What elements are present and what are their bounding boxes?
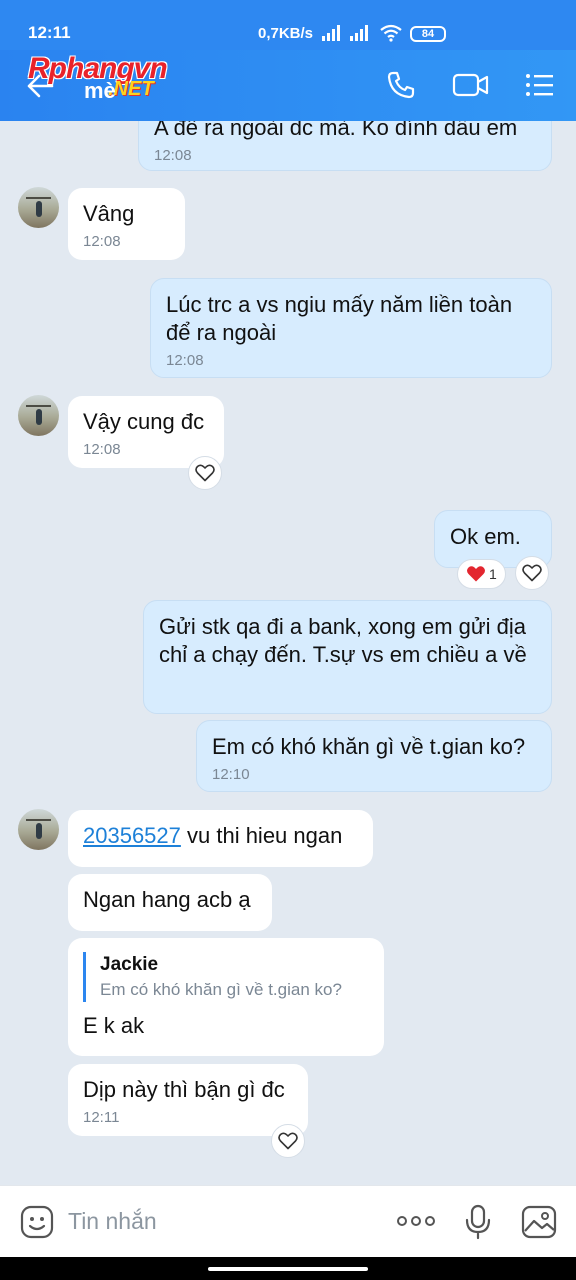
- message-text: Ngan hang acb ạ: [83, 887, 251, 912]
- heart-outline-icon: [278, 1132, 298, 1150]
- message-text: vu thi hieu ngan: [180, 823, 343, 848]
- phone-icon[interactable]: [386, 70, 416, 100]
- signal-icon: [322, 25, 344, 41]
- back-arrow-icon[interactable]: [26, 72, 54, 100]
- heart-react-button[interactable]: [188, 456, 222, 490]
- status-time: 12:11: [28, 23, 71, 42]
- more-options-icon[interactable]: [396, 1215, 436, 1227]
- contact-name[interactable]: mè: [84, 78, 116, 104]
- message-time: 12:11: [83, 1109, 120, 1126]
- message-time: 12:08: [83, 441, 121, 458]
- avatar[interactable]: [18, 187, 59, 228]
- message-text: Dịp này thì bận gì đc: [83, 1077, 285, 1102]
- message-outgoing[interactable]: Em có khó khăn gì về t.gian ko? 12:10: [196, 720, 552, 792]
- heart-react-button[interactable]: [515, 556, 549, 590]
- home-indicator[interactable]: [208, 1267, 368, 1271]
- message-text: Em có khó khăn gì về t.gian ko?: [212, 734, 526, 759]
- message-time: 12:10: [212, 766, 250, 783]
- menu-icon[interactable]: [525, 70, 555, 100]
- quoted-text: Em có khó khăn gì về t.gian ko?: [100, 980, 342, 999]
- message-text: Lúc trc a vs ngiu mấy năm liền toàn để r…: [166, 292, 513, 345]
- message-outgoing[interactable]: A để ra ngoài dc mà. Ko dính dầu em 12:0…: [138, 121, 552, 171]
- quoted-sender: Jackie: [100, 954, 159, 975]
- message-incoming-reply[interactable]: Jackie Em có khó khăn gì về t.gian ko? E…: [68, 938, 384, 1056]
- heart-outline-icon: [522, 564, 542, 582]
- message-incoming[interactable]: 20356527 vu thi hieu ngan: [68, 810, 373, 867]
- message-outgoing[interactable]: Lúc trc a vs ngiu mấy năm liền toàn để r…: [150, 278, 552, 378]
- heart-outline-icon: [195, 464, 215, 482]
- message-text: E k ak: [83, 1013, 145, 1038]
- battery-icon: 84: [410, 26, 446, 42]
- message-input[interactable]: Tin nhắn: [68, 1208, 157, 1235]
- message-incoming[interactable]: Ngan hang acb ạ: [68, 874, 272, 931]
- microphone-icon[interactable]: [464, 1204, 492, 1240]
- avatar[interactable]: [18, 809, 59, 850]
- reaction-badge[interactable]: 1: [457, 559, 506, 589]
- heart-filled-icon: [467, 566, 485, 582]
- image-icon[interactable]: [521, 1205, 557, 1239]
- video-call-icon[interactable]: [452, 70, 490, 100]
- message-time: 12:08: [83, 233, 121, 250]
- quoted-message[interactable]: Jackie Em có khó khăn gì về t.gian ko?: [83, 952, 369, 1002]
- signal-icon: [350, 25, 372, 41]
- reaction-count: 1: [489, 566, 497, 582]
- message-outgoing[interactable]: Gửi stk qa đi a bank, xong em gửi địa ch…: [143, 600, 552, 714]
- message-list[interactable]: A để ra ngoài dc mà. Ko dính dầu em 12:0…: [0, 121, 576, 1185]
- message-incoming[interactable]: Dịp này thì bận gì đc 12:11: [68, 1064, 308, 1136]
- message-time: 12:08: [166, 352, 204, 369]
- message-text: Vâng: [83, 201, 135, 226]
- message-text: A để ra ngoài dc mà. Ko dính dầu em: [154, 121, 518, 140]
- message-text: Gửi stk qa đi a bank, xong em gửi địa ch…: [159, 614, 527, 667]
- heart-react-button[interactable]: [271, 1124, 305, 1158]
- message-text: Vậy cung đc: [83, 409, 205, 434]
- status-bar: 12:11 0,7KB/s 84: [0, 0, 576, 50]
- sticker-icon[interactable]: [20, 1205, 54, 1239]
- avatar[interactable]: [18, 395, 59, 436]
- network-speed: 0,7KB/s: [258, 25, 314, 42]
- system-nav-bar: [0, 1257, 576, 1280]
- chat-header: Rphangvn .NET mè: [0, 50, 576, 121]
- wifi-icon: [380, 24, 402, 42]
- message-input-bar: Tin nhắn: [0, 1185, 576, 1257]
- message-text: Ok em.: [450, 524, 521, 549]
- message-time: 12:08: [154, 147, 192, 164]
- account-number-link[interactable]: 20356527: [83, 823, 181, 848]
- message-incoming[interactable]: Vâng 12:08: [68, 188, 185, 260]
